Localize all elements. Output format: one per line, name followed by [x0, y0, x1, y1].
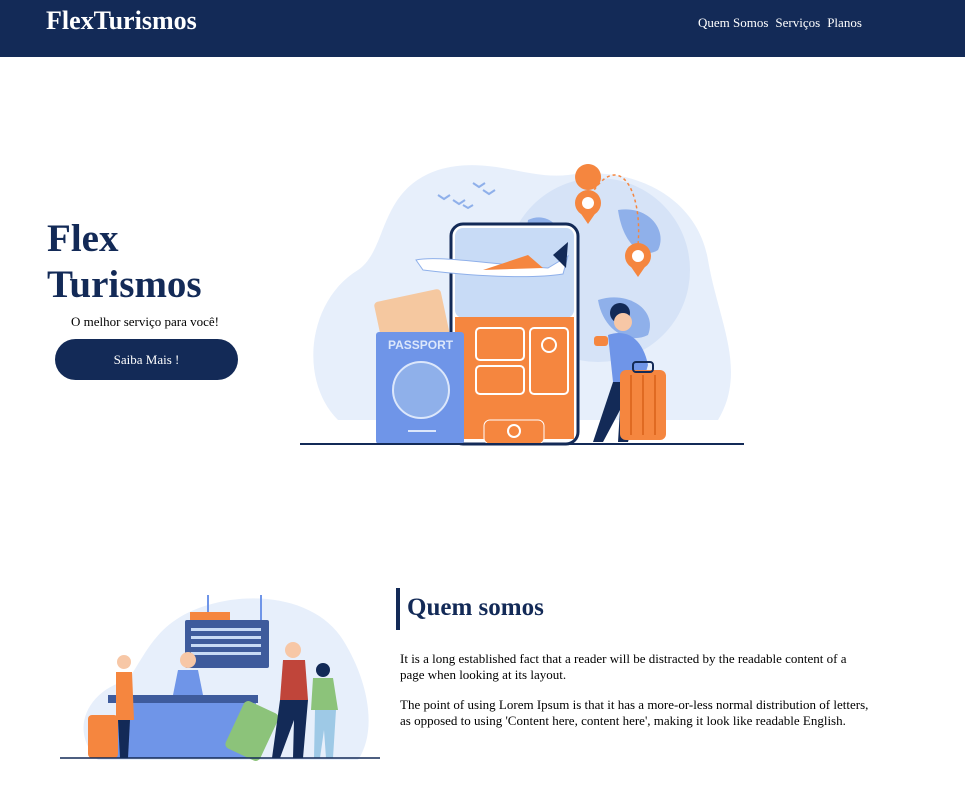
about-paragraph: The point of using Lorem Ipsum is that i… — [400, 697, 869, 728]
brand-logo[interactable]: FlexTurismos — [46, 6, 197, 36]
about-description: It is a long established fact that a rea… — [400, 651, 870, 743]
passport-label: PASSPORT — [388, 338, 454, 352]
top-navbar: FlexTurismos Quem Somos Serviços Planos — [0, 0, 965, 57]
nav-link-servicos[interactable]: Serviços — [775, 15, 820, 31]
nav-link-quem-somos[interactable]: Quem Somos — [698, 15, 768, 31]
quem-somos-heading: Quem somos — [396, 588, 544, 630]
saiba-mais-button[interactable]: Saiba Mais ! — [55, 339, 238, 380]
hero-subtitle: O melhor serviço para você! — [71, 314, 219, 329]
travel-hero-illustration: PASSPORT — [300, 164, 744, 446]
about-paragraph: It is a long established fact that a rea… — [400, 651, 847, 682]
nav-menu: Quem Somos Serviços Planos — [698, 15, 862, 31]
hero-title: Flex Turismos — [47, 217, 202, 306]
airport-checkin-illustration — [60, 595, 380, 761]
nav-link-planos[interactable]: Planos — [827, 15, 862, 31]
